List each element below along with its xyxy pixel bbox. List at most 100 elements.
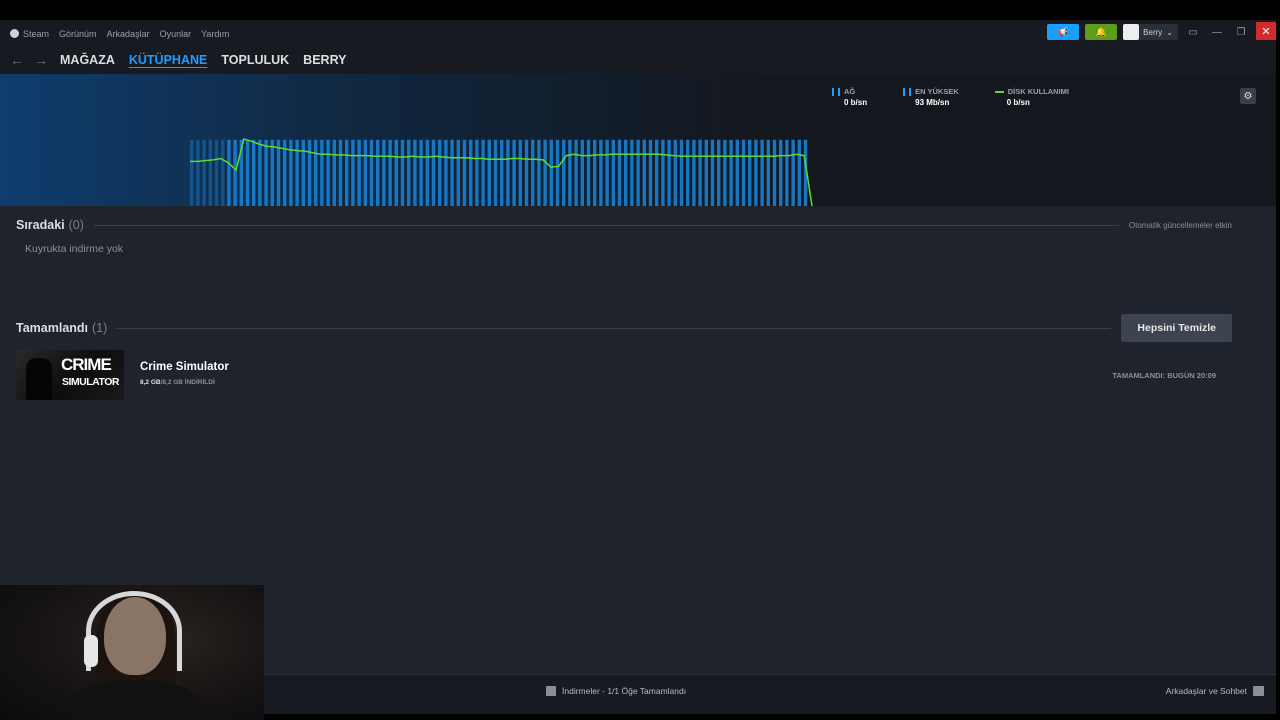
download-bar	[493, 139, 498, 206]
download-bar	[270, 139, 275, 206]
download-bar	[648, 139, 653, 206]
thumbnail-figure	[26, 358, 52, 400]
download-bar	[357, 139, 361, 206]
peak-bars-icon	[903, 87, 912, 96]
download-bar	[369, 139, 374, 206]
chevron-down-icon: ⌄	[1166, 27, 1173, 37]
download-bar	[419, 139, 423, 206]
download-bar	[586, 139, 591, 206]
thumbnail-logo-line1: CRIME	[61, 355, 112, 374]
title-controls: 📢 🔔 Berry ⌄ ▭ — ❐ ✕	[1047, 22, 1276, 40]
download-bar	[766, 139, 771, 206]
auto-updates-text: Otomatik güncellemeler etkin	[1128, 220, 1232, 230]
download-bar	[208, 139, 213, 206]
download-bar	[549, 139, 554, 206]
nav-library[interactable]: KÜTÜPHANE	[129, 53, 207, 67]
completed-title: Tamamlandı (1)	[16, 321, 108, 335]
divider	[93, 224, 1119, 226]
nav-store[interactable]: MAĞAZA	[60, 53, 115, 67]
download-bar	[797, 139, 802, 206]
downloads-status[interactable]: İndirmeler - 1/1 Öğe Tamamlandı	[546, 686, 686, 696]
menu-steam[interactable]: Steam	[10, 29, 49, 39]
nav-community[interactable]: TOPLULUK	[221, 53, 289, 67]
download-bar	[791, 139, 795, 206]
download-bar	[431, 139, 436, 206]
gear-icon[interactable]: ⚙	[1240, 88, 1256, 104]
webcam-overlay	[0, 585, 264, 720]
nav-profile[interactable]: BERRY	[303, 53, 346, 67]
back-arrow-icon[interactable]: ←	[10, 52, 24, 68]
download-bar	[487, 139, 492, 206]
download-bar	[679, 139, 684, 206]
download-bar	[562, 139, 566, 206]
minimize-icon[interactable]: —	[1208, 27, 1226, 38]
download-bar	[698, 139, 702, 206]
headset-band	[86, 591, 182, 671]
user-name: Berry	[1143, 27, 1163, 37]
download-bar	[444, 139, 448, 206]
stats-group: AĞ 0 b/sn EN YÜKSEK 93 Mb/sn DİSK KULLAN…	[832, 87, 1069, 107]
download-bar	[481, 139, 485, 206]
download-bar	[543, 139, 547, 206]
download-bar	[760, 139, 764, 206]
headset-ear	[84, 635, 98, 667]
download-bar	[518, 139, 523, 206]
announcement-button[interactable]: 📢	[1047, 24, 1080, 40]
download-bar	[624, 139, 628, 206]
steam-logo-icon	[10, 29, 19, 38]
queue-section-header: Sıradaki (0) Otomatik güncellemeler etkin	[16, 218, 1232, 232]
list-item[interactable]: CRIME SIMULATOR Crime Simulator 8,2 GB/8…	[16, 350, 1232, 402]
user-menu[interactable]: Berry ⌄	[1123, 24, 1178, 40]
download-bar	[400, 139, 405, 206]
forward-arrow-icon[interactable]: →	[34, 52, 48, 68]
menu-help[interactable]: Yardım	[201, 29, 229, 39]
download-graph-panel: AĞ 0 b/sn EN YÜKSEK 93 Mb/sn DİSK KULLAN…	[0, 74, 1276, 206]
download-bar	[314, 139, 318, 206]
queue-empty-text: Kuyrukta indirme yok	[25, 243, 124, 255]
download-bar	[345, 139, 349, 206]
download-bar	[785, 139, 789, 206]
download-bar	[320, 139, 324, 206]
nav-links: MAĞAZA KÜTÜPHANE TOPLULUK BERRY	[60, 53, 346, 67]
stat-peak-value: 93 Mb/sn	[915, 98, 950, 107]
download-bar	[413, 139, 417, 206]
notification-button[interactable]: 🔔	[1085, 24, 1118, 40]
download-icon	[546, 686, 556, 696]
download-chart	[190, 138, 813, 206]
clear-all-button[interactable]: Hepsini Temizle	[1121, 314, 1232, 342]
thumbnail-logo-line2: SIMULATOR	[62, 376, 119, 388]
download-bar	[741, 139, 746, 206]
big-picture-icon[interactable]: ▭	[1184, 27, 1202, 38]
download-bar	[617, 139, 622, 206]
menu-view[interactable]: Görünüm	[59, 29, 97, 39]
menu-games[interactable]: Oyunlar	[160, 29, 192, 39]
menu-friends[interactable]: Arkadaşlar	[107, 29, 150, 39]
download-bar	[531, 139, 535, 206]
download-bar	[332, 139, 337, 206]
download-bar	[754, 139, 758, 206]
download-bar	[252, 139, 256, 206]
download-bar	[407, 139, 411, 206]
disk-line-icon	[994, 90, 1004, 93]
close-icon[interactable]: ✕	[1256, 22, 1276, 40]
stat-network: AĞ 0 b/sn	[832, 87, 867, 107]
download-bar	[667, 139, 671, 206]
download-bar	[735, 139, 740, 206]
download-size: 8,2 GB/8,2 GB İNDİRİLDİ	[140, 379, 215, 386]
avatar	[1123, 24, 1140, 40]
download-bar	[642, 139, 647, 206]
download-bar	[593, 139, 597, 206]
download-bar	[338, 139, 343, 206]
download-bar	[779, 139, 783, 206]
download-bar	[382, 139, 386, 206]
friends-chat-button[interactable]: Arkadaşlar ve Sohbet	[1166, 686, 1264, 696]
download-bar	[363, 139, 368, 206]
download-bar	[500, 139, 504, 206]
game-thumbnail[interactable]: CRIME SIMULATOR	[16, 350, 124, 400]
game-title[interactable]: Crime Simulator	[140, 361, 229, 373]
maximize-icon[interactable]: ❐	[1232, 27, 1250, 38]
download-bar	[704, 139, 709, 206]
download-bar	[555, 139, 560, 206]
download-bar	[233, 139, 237, 206]
download-bar	[636, 139, 640, 206]
